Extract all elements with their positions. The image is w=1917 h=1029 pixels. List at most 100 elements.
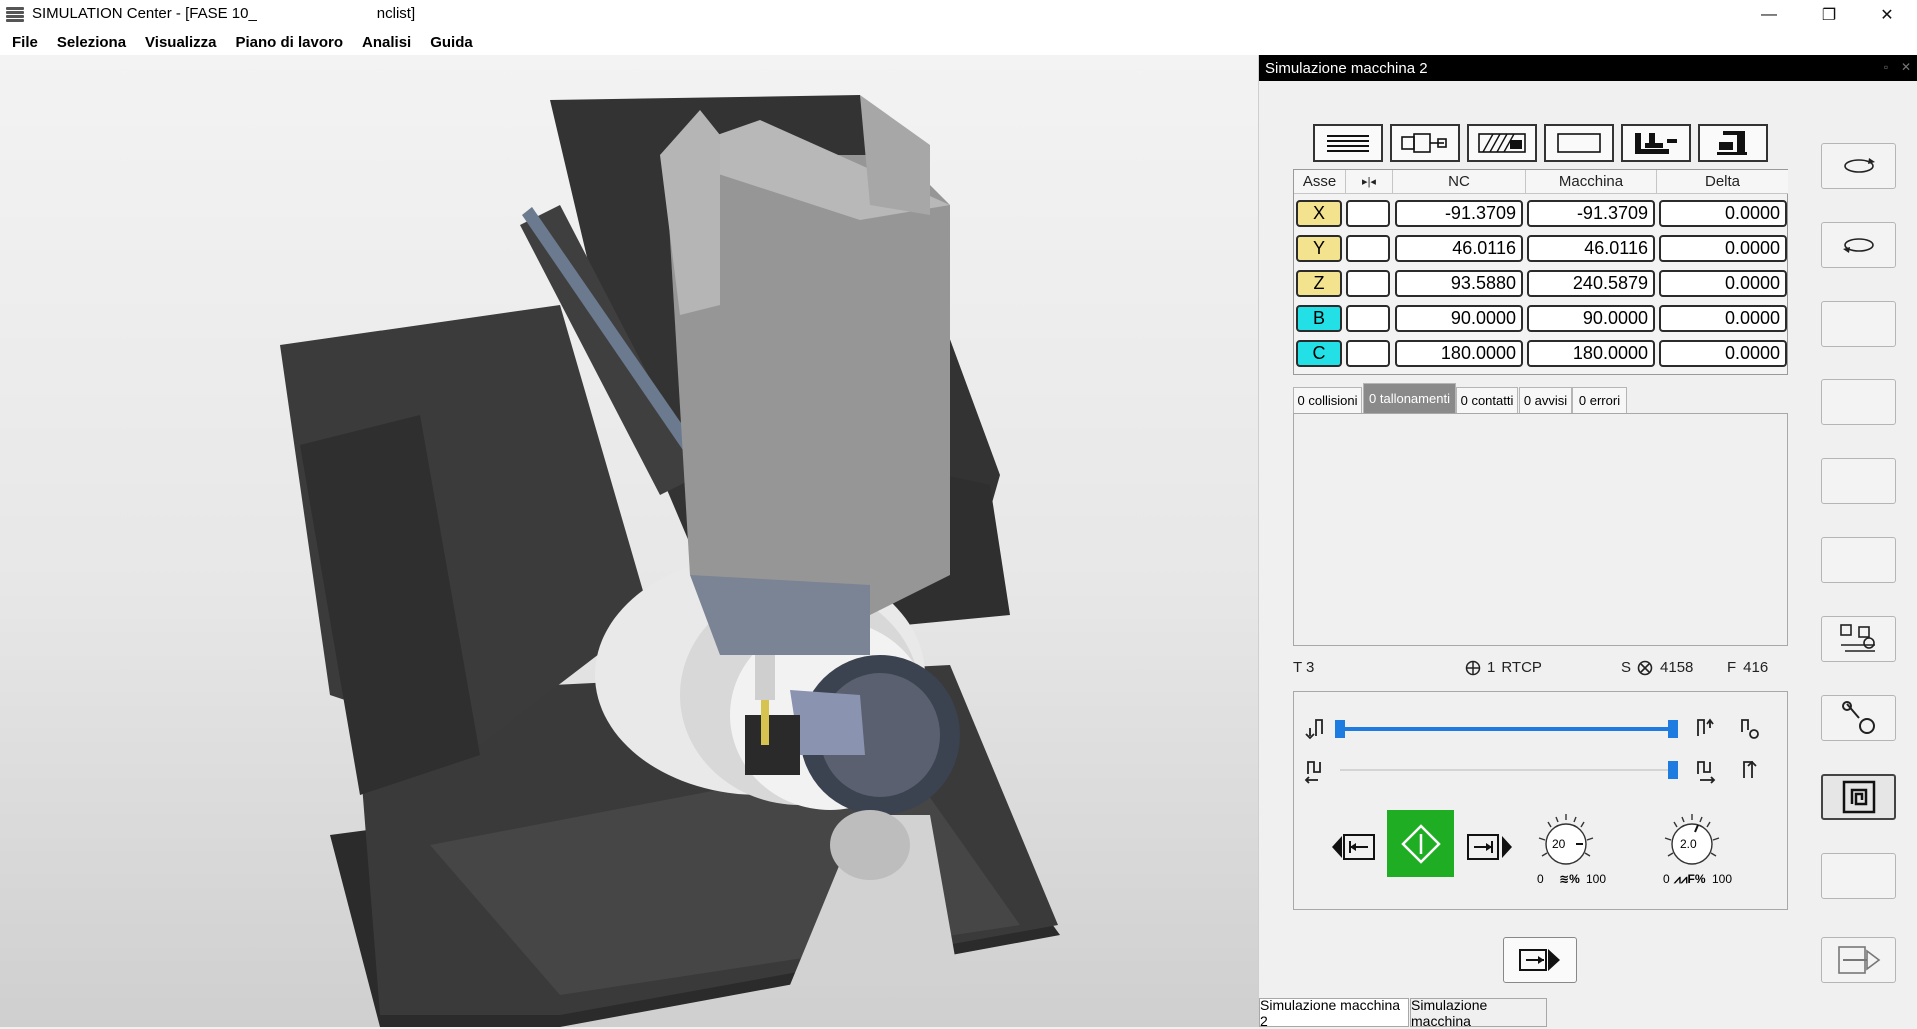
spiral-icon xyxy=(1842,780,1875,814)
axis-c-delta: 0.0000 xyxy=(1659,340,1787,367)
stock-view-button[interactable] xyxy=(1467,124,1537,162)
axis-b-nc: 90.0000 xyxy=(1395,305,1523,332)
menu-seleziona[interactable]: Seleziona xyxy=(57,34,126,51)
exit-simulation-button[interactable] xyxy=(1821,937,1896,983)
step-to-end-icon[interactable] xyxy=(1738,716,1764,742)
machine-tool-icon xyxy=(1839,624,1875,652)
rectangle-icon xyxy=(1557,133,1601,153)
tool-settings-button[interactable] xyxy=(1821,695,1896,741)
side-button-3[interactable] xyxy=(1821,301,1896,347)
progress-slider-track[interactable] xyxy=(1340,727,1670,731)
app-icon xyxy=(6,6,24,23)
jump-end-icon[interactable] xyxy=(1738,758,1762,784)
step-back-icon[interactable] xyxy=(1304,716,1326,740)
col-header-offset[interactable]: ▸|◂ xyxy=(1346,170,1393,194)
panel-title: Simulazione macchina 2 xyxy=(1265,59,1428,77)
tab-simulazione-macchina-2[interactable]: Simulazione macchina 2 xyxy=(1259,997,1409,1029)
previous-block-button[interactable] xyxy=(1332,830,1378,864)
col-header-asse[interactable]: Asse xyxy=(1294,170,1346,194)
axis-y-machine: 46.0116 xyxy=(1527,235,1655,262)
tab-contatti[interactable]: 0 contatti xyxy=(1456,387,1518,413)
machine-tool-button[interactable] xyxy=(1821,616,1896,662)
axis-z-nc: 93.5880 xyxy=(1395,270,1523,297)
axis-b-label[interactable]: B xyxy=(1296,305,1342,332)
speed-dial-value: 20 xyxy=(1552,837,1566,851)
tool-holder-icon xyxy=(1401,133,1447,153)
stack-view-button[interactable] xyxy=(1313,124,1383,162)
col-header-nc[interactable]: NC xyxy=(1393,170,1526,194)
side-button-4[interactable] xyxy=(1821,379,1896,425)
simulation-panel: Simulazione macchina 2 ▫ ✕ Asse ▸|◂ NC M… xyxy=(1258,55,1917,1029)
progress-slider-end-handle[interactable] xyxy=(1668,720,1678,738)
menu-piano-di-lavoro[interactable]: Piano di lavoro xyxy=(235,34,343,51)
axis-y-nc: 46.0116 xyxy=(1395,235,1523,262)
blank-view-button[interactable] xyxy=(1544,124,1614,162)
rotate-view-button[interactable] xyxy=(1821,143,1896,189)
tab-avvisi[interactable]: 0 avvisi xyxy=(1519,387,1572,413)
3d-viewport[interactable] xyxy=(0,55,1258,1027)
speed-wave-icon: ≋ xyxy=(1559,872,1570,886)
single-step-button[interactable] xyxy=(1503,937,1577,983)
fast-forward-icon[interactable] xyxy=(1694,758,1718,784)
tab-tallonamenti[interactable]: 0 tallonamenti xyxy=(1363,383,1456,413)
menu-visualizza[interactable]: Visualizza xyxy=(145,34,216,51)
axis-z-label[interactable]: Z xyxy=(1296,270,1342,297)
fixture-view-button[interactable] xyxy=(1698,124,1768,162)
restore-button[interactable]: ❐ xyxy=(1800,0,1858,29)
fixture-icon xyxy=(1717,131,1747,155)
col-header-delta[interactable]: Delta xyxy=(1657,170,1788,194)
axis-y-offset[interactable] xyxy=(1346,235,1390,262)
tab-errori[interactable]: 0 errori xyxy=(1572,387,1627,413)
axis-y-label[interactable]: Y xyxy=(1296,235,1342,262)
menu-analisi[interactable]: Analisi xyxy=(362,34,411,51)
exit-arrow-icon xyxy=(1837,946,1880,974)
play-button[interactable] xyxy=(1387,810,1454,877)
menu-file[interactable]: File xyxy=(12,34,38,51)
close-button[interactable]: ✕ xyxy=(1858,0,1916,29)
axis-z-offset[interactable] xyxy=(1346,270,1390,297)
minimize-button[interactable]: — xyxy=(1740,0,1798,29)
axis-b-machine: 90.0000 xyxy=(1527,305,1655,332)
machine-view-button[interactable] xyxy=(1621,124,1691,162)
panel-header: Simulazione macchina 2 ▫ ✕ xyxy=(1259,55,1917,81)
panel-close-icon[interactable]: ✕ xyxy=(1899,60,1913,74)
spindle-label: S xyxy=(1621,659,1632,676)
axis-b-offset[interactable] xyxy=(1346,305,1390,332)
rtcp-label: RTCP xyxy=(1501,659,1542,676)
tool-status: T 3 xyxy=(1293,659,1315,676)
playback-controls: 20 0 ≋% 100 2.0 0 ⩘⩘F% 100 xyxy=(1293,691,1788,910)
spiral-view-button[interactable] xyxy=(1821,774,1896,820)
axis-y-delta: 0.0000 xyxy=(1659,235,1787,262)
side-button-10[interactable] xyxy=(1821,853,1896,899)
progress-slider-start-handle[interactable] xyxy=(1335,720,1345,738)
axis-c-offset[interactable] xyxy=(1346,340,1390,367)
axis-table: Asse ▸|◂ NC Macchina Delta X -91.3709 -9… xyxy=(1293,169,1788,375)
side-button-6[interactable] xyxy=(1821,537,1896,583)
tab-collisioni[interactable]: 0 collisioni xyxy=(1293,387,1362,413)
secondary-slider-track[interactable] xyxy=(1340,769,1670,771)
speed-dial[interactable] xyxy=(1534,812,1598,872)
tool-holder-button[interactable] xyxy=(1390,124,1460,162)
axis-z-machine: 240.5879 xyxy=(1527,270,1655,297)
menu-bar: File Seleziona Visualizza Piano di lavor… xyxy=(0,29,1917,55)
step-forward-icon[interactable] xyxy=(1694,716,1718,740)
machine-model xyxy=(280,95,1060,1027)
menu-guida[interactable]: Guida xyxy=(430,34,473,51)
next-block-button[interactable] xyxy=(1466,830,1512,864)
rtcp-status: 1 RTCP xyxy=(1465,659,1542,676)
spindle-value: 4158 xyxy=(1660,659,1694,676)
axis-x-label[interactable]: X xyxy=(1296,200,1342,227)
rewind-icon[interactable] xyxy=(1304,758,1326,784)
secondary-slider-handle[interactable] xyxy=(1668,761,1678,779)
axis-c-label[interactable]: C xyxy=(1296,340,1342,367)
rotate-reverse-button[interactable] xyxy=(1821,222,1896,268)
message-list[interactable] xyxy=(1293,413,1788,646)
side-button-5[interactable] xyxy=(1821,458,1896,504)
tab-simulazione-macchina[interactable]: Simulazione macchina xyxy=(1410,997,1547,1029)
window-title: SIMULATION Center - [FASE 10_ nclist] xyxy=(32,5,416,24)
axis-x-offset[interactable] xyxy=(1346,200,1390,227)
col-header-macchina[interactable]: Macchina xyxy=(1526,170,1657,194)
dock-icon[interactable]: ▫ xyxy=(1879,60,1893,74)
spindle-status: S 4158 xyxy=(1621,659,1693,676)
axis-x-nc: -91.3709 xyxy=(1395,200,1523,227)
